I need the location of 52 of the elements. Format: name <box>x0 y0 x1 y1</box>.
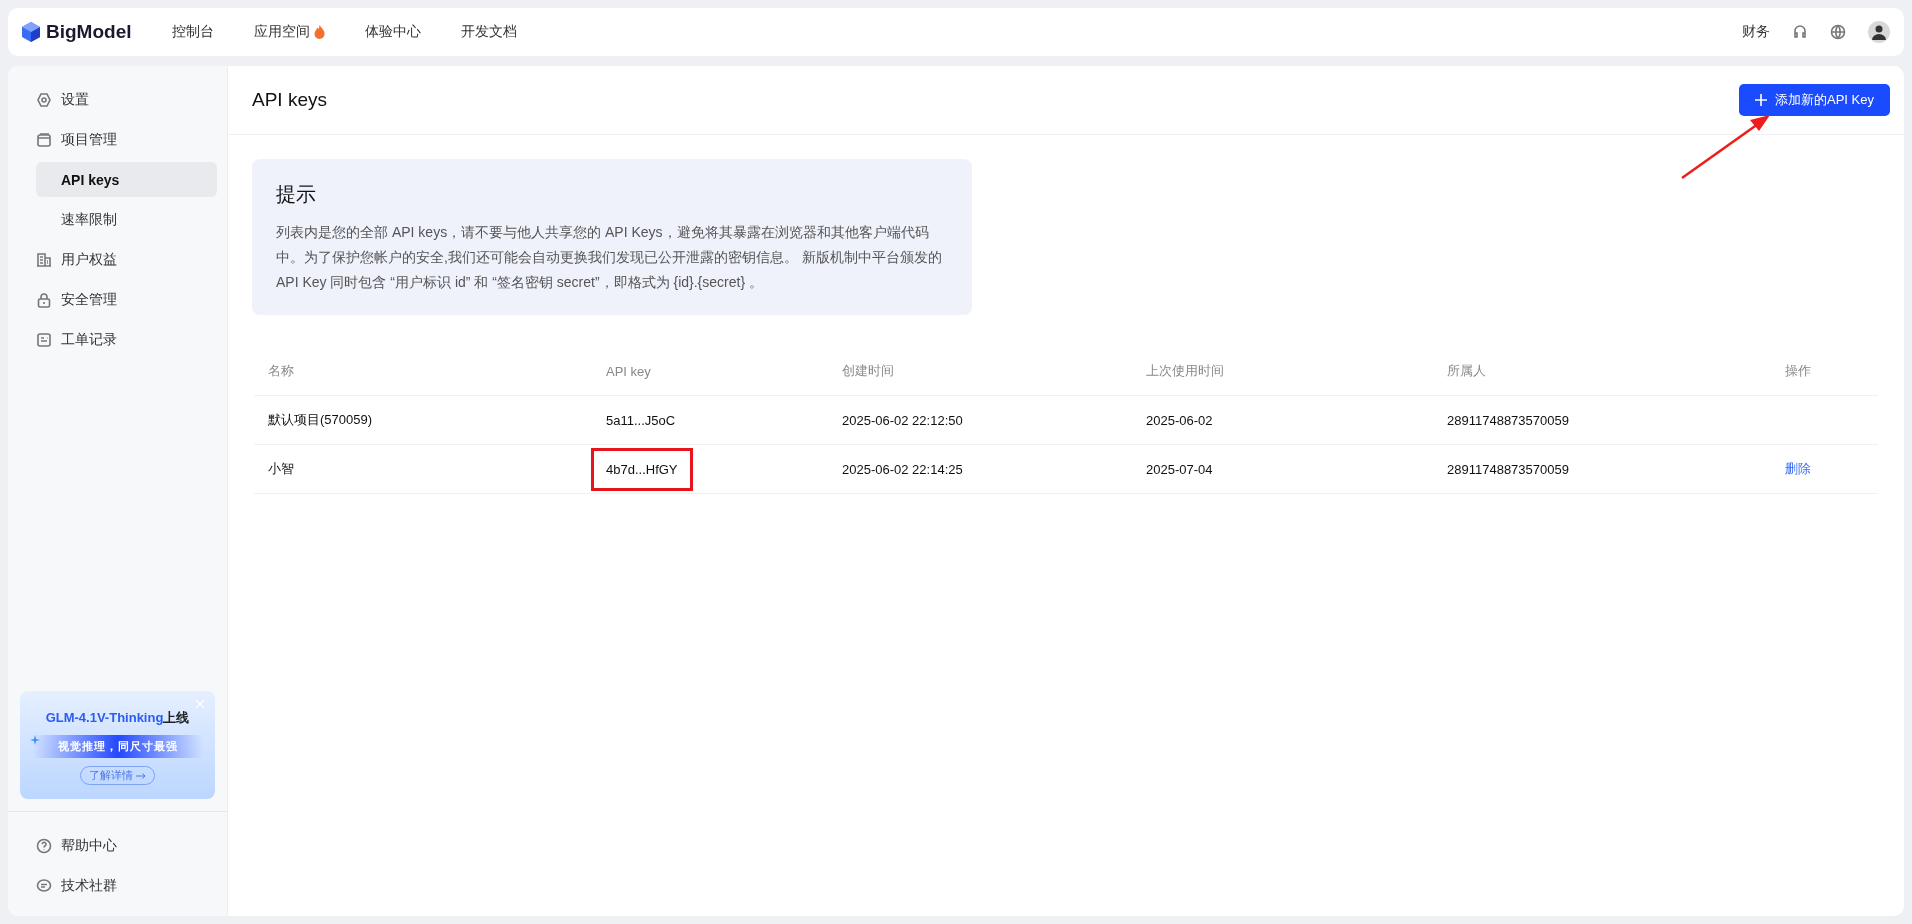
sidebar-item[interactable]: API keys <box>36 162 217 197</box>
column-header: 创建时间 <box>828 347 1132 396</box>
table-cell: 2025-07-04 <box>1132 445 1433 494</box>
globe-icon[interactable] <box>1830 24 1846 40</box>
headset-icon[interactable] <box>1792 24 1808 40</box>
sidebar-item[interactable]: 项目管理 <box>36 122 217 157</box>
delete-link[interactable]: 删除 <box>1785 460 1811 478</box>
sidebar-item[interactable]: 速率限制 <box>36 202 217 237</box>
arrow-right-icon <box>136 772 146 779</box>
nav-link[interactable]: 体验中心 <box>365 23 421 41</box>
table-cell: 2025-06-02 22:12:50 <box>828 396 1132 445</box>
table-cell: 28911748873570059 <box>1433 445 1771 494</box>
sidebar-item[interactable]: 技术社群 <box>36 868 217 903</box>
table-cell: 小智 <box>254 445 592 494</box>
table-cell: 2025-06-02 22:14:25 <box>828 445 1132 494</box>
column-header: 操作 <box>1771 347 1878 396</box>
settings-icon <box>36 91 52 108</box>
table-cell: 默认项目(570059) <box>254 396 592 445</box>
logo[interactable]: BigModel <box>22 21 172 43</box>
table-cell: 2025-06-02 <box>1132 396 1433 445</box>
add-api-key-button[interactable]: 添加新的API Key <box>1739 84 1890 116</box>
building-icon <box>36 251 52 268</box>
nav-link[interactable]: 控制台 <box>172 23 214 41</box>
plus-icon <box>1755 94 1768 106</box>
table-cell: 28911748873570059 <box>1433 396 1771 445</box>
cube-logo-icon <box>22 22 40 42</box>
chat-icon <box>36 877 52 894</box>
notice-text: 列表内是您的全部 API keys，请不要与他人共享您的 API Keys，避免将其暴露在浏览器和其他客户端代码中。为了保护您帐户的安全,我们还可能会自动更换我们发现已公开泄露的密钥信息。 新版机制中平台颁发的API Key 同时包含 “用户标识 id” 和 “签名密钥 secret”，即格式为 {id}.{secret} 。 <box>276 223 943 292</box>
highlighted-api-key: 4b7d...HfGY <box>591 447 693 491</box>
sidebar-item[interactable]: 工单记录 <box>36 322 217 357</box>
nav-link[interactable]: 应用空间 <box>254 23 325 41</box>
notice-title: 提示 <box>276 182 317 207</box>
form-icon <box>36 331 52 348</box>
banner-subtitle: 视觉推理，同尺寸最强 <box>32 735 203 758</box>
nav-link[interactable]: 财务 <box>1742 23 1770 41</box>
column-header: 名称 <box>254 347 592 396</box>
banner-title: GLM-4.1V-Thinking上线 <box>45 709 190 727</box>
lock-icon <box>36 291 52 308</box>
column-header: API key <box>592 347 828 396</box>
sidebar-item[interactable]: 用户权益 <box>36 242 217 277</box>
sidebar-item[interactable]: 帮助中心 <box>36 828 217 863</box>
sidebar-item[interactable]: 设置 <box>36 82 217 117</box>
page-title: API keys <box>252 89 327 111</box>
help-icon <box>36 837 52 854</box>
sparkle-icon <box>30 735 40 745</box>
api-key-text: 5a11...J5oC <box>606 412 676 428</box>
sidebar-item[interactable]: 安全管理 <box>36 282 217 317</box>
nav-link[interactable]: 开发文档 <box>461 23 517 41</box>
column-header: 上次使用时间 <box>1132 347 1433 396</box>
column-header: 所属人 <box>1433 347 1771 396</box>
window-icon <box>36 131 52 148</box>
avatar[interactable] <box>1868 21 1890 43</box>
